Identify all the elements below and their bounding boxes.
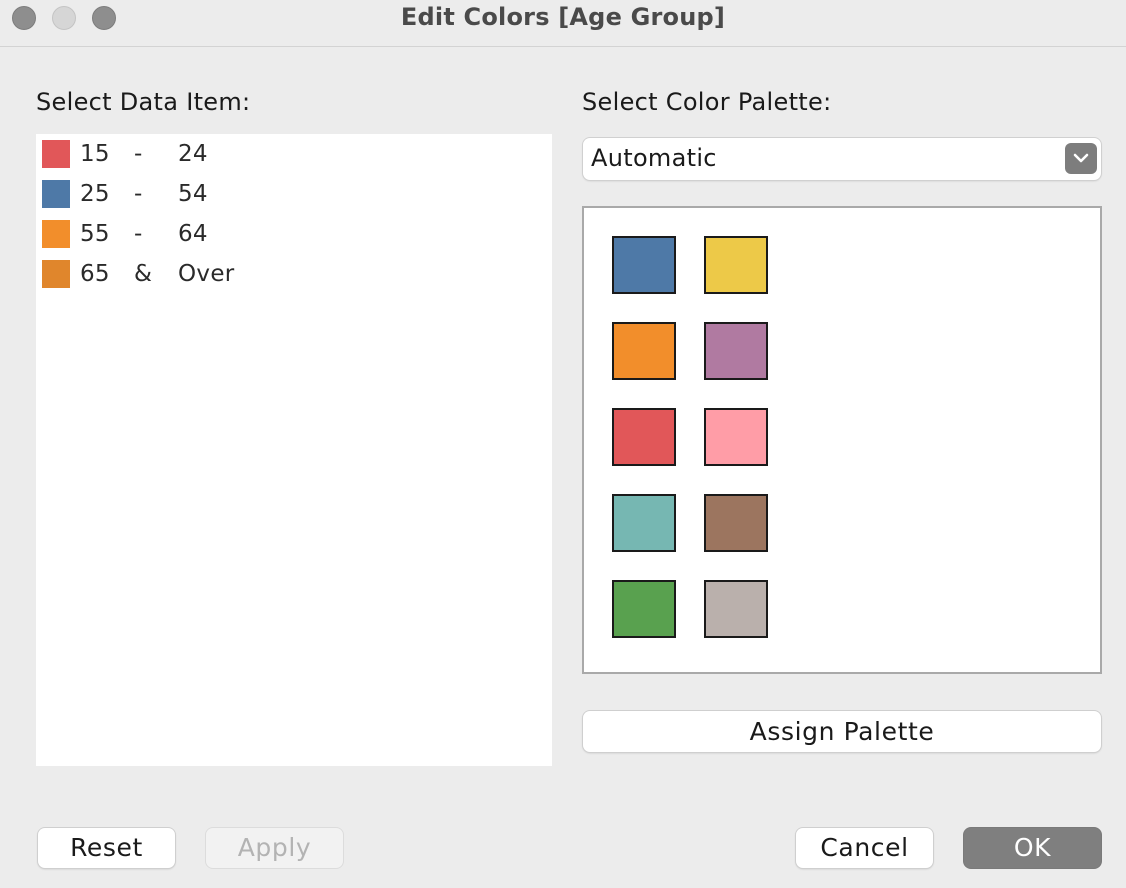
data-item-from: 65 (80, 261, 110, 287)
reset-button[interactable]: Reset (38, 828, 175, 868)
data-item-to: 64 (178, 221, 208, 247)
data-item-65-over[interactable]: 65 & Over (42, 260, 542, 288)
data-item-separator: - (134, 181, 143, 207)
data-item-swatch (42, 260, 70, 288)
data-item-swatch (42, 220, 70, 248)
palette-swatch[interactable] (704, 408, 768, 466)
data-item-25-54[interactable]: 25 - 54 (42, 180, 542, 208)
color-palette-dropdown[interactable]: Automatic (583, 138, 1101, 180)
palette-swatch[interactable] (704, 236, 768, 294)
chevron-down-glyph (1073, 153, 1089, 163)
palette-swatch[interactable] (612, 408, 676, 466)
select-data-item-label: Select Data Item: (36, 88, 251, 116)
ok-button[interactable]: OK (964, 828, 1101, 868)
data-item-separator: & (134, 261, 153, 287)
data-item-swatch (42, 180, 70, 208)
data-item-from: 25 (80, 181, 110, 207)
data-item-from: 15 (80, 141, 110, 167)
palette-swatch[interactable] (612, 580, 676, 638)
cancel-button[interactable]: Cancel (796, 828, 933, 868)
palette-swatch[interactable] (612, 494, 676, 552)
data-item-from: 55 (80, 221, 110, 247)
data-item-to: Over (178, 261, 235, 287)
data-item-15-24[interactable]: 15 - 24 (42, 140, 542, 168)
palette-swatch[interactable] (704, 580, 768, 638)
chevron-down-icon[interactable] (1065, 143, 1097, 174)
data-item-55-64[interactable]: 55 - 64 (42, 220, 542, 248)
palette-swatch-grid (582, 206, 1102, 674)
title-bar: Edit Colors [Age Group] (0, 0, 1126, 47)
data-item-to: 24 (178, 141, 208, 167)
assign-palette-button[interactable]: Assign Palette (583, 711, 1101, 752)
window-title: Edit Colors [Age Group] (400, 3, 726, 31)
data-item-swatch (42, 140, 70, 168)
data-item-separator: - (134, 141, 143, 167)
apply-button[interactable]: Apply (206, 828, 343, 868)
data-item-to: 54 (178, 181, 208, 207)
palette-swatch[interactable] (612, 322, 676, 380)
palette-swatch[interactable] (612, 236, 676, 294)
select-color-palette-label: Select Color Palette: (582, 88, 832, 116)
palette-swatch[interactable] (704, 494, 768, 552)
data-item-separator: - (134, 221, 143, 247)
palette-swatch[interactable] (704, 322, 768, 380)
data-item-list: 15 - 24 25 - 54 55 - 64 65 & Over (36, 134, 552, 766)
palette-dropdown-value: Automatic (591, 144, 717, 172)
